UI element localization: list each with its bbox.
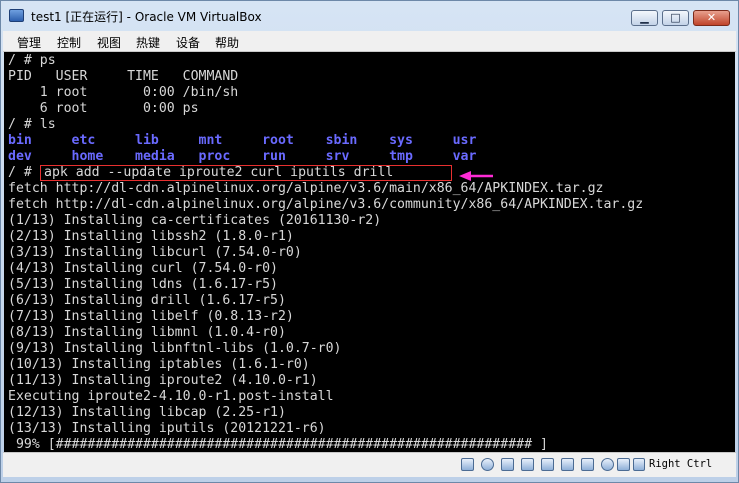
terminal-line: 6 root 0:00 ps: [8, 101, 199, 116]
terminal-line: (9/13) Installing libnftnl-libs (1.0.7-r…: [8, 341, 342, 356]
keyboard-capture-icon[interactable]: [633, 458, 645, 471]
mouse-integration-icon[interactable]: [617, 458, 630, 471]
terminal-line: (6/13) Installing drill (1.6.17-r5): [8, 293, 286, 308]
terminal-line: fetch http://dl-cdn.alpinelinux.org/alpi…: [8, 181, 604, 196]
menu-bar: 管理 控制 视图 热键 设备 帮助: [3, 31, 736, 52]
terminal-line: (3/13) Installing libcurl (7.54.0-r0): [8, 245, 302, 260]
menu-help[interactable]: 帮助: [215, 34, 239, 51]
usb-icon[interactable]: [521, 458, 534, 471]
terminal-line: 1 root 0:00 /bin/sh: [8, 85, 239, 100]
shared-folder-icon[interactable]: [541, 458, 554, 471]
window-title: test1 [正在运行] - Oracle VM VirtualBox: [31, 10, 262, 24]
minimize-button[interactable]: ▁: [631, 10, 658, 26]
menu-hotkey[interactable]: 热键: [136, 34, 160, 51]
terminal-prompt: / #: [8, 165, 40, 180]
terminal-line: / # ls: [8, 117, 56, 132]
virtualbox-window: test1 [正在运行] - Oracle VM VirtualBox ▁ □ …: [0, 0, 739, 483]
network-icon[interactable]: [501, 458, 514, 471]
terminal-line: (11/13) Installing iproute2 (4.10.0-r1): [8, 373, 318, 388]
terminal-line: (7/13) Installing libelf (0.8.13-r2): [8, 309, 294, 324]
menu-manage[interactable]: 管理: [17, 34, 41, 51]
ls-output-row: bin etc lib mnt root sbin sys usr: [8, 133, 477, 148]
maximize-button[interactable]: □: [662, 10, 689, 26]
virtualbox-icon: [9, 9, 24, 22]
terminal-line: PID USER TIME COMMAND: [8, 69, 239, 84]
terminal-line: (2/13) Installing libssh2 (1.8.0-r1): [8, 229, 294, 244]
recording-icon[interactable]: [601, 458, 614, 471]
terminal-line: (10/13) Installing iptables (1.6.1-r0): [8, 357, 310, 372]
display-icon[interactable]: [561, 458, 574, 471]
terminal-line: / # ps: [8, 53, 56, 68]
optical-drive-icon[interactable]: [481, 458, 494, 471]
terminal-line: (1/13) Installing ca-certificates (20161…: [8, 213, 382, 228]
menu-devices[interactable]: 设备: [176, 34, 200, 51]
command-highlight-box: [40, 165, 452, 181]
status-bar: Right Ctrl: [3, 452, 736, 477]
menu-view[interactable]: 视图: [97, 34, 121, 51]
menu-control[interactable]: 控制: [57, 34, 81, 51]
terminal-line: fetch http://dl-cdn.alpinelinux.org/alpi…: [8, 197, 644, 212]
title-bar[interactable]: test1 [正在运行] - Oracle VM VirtualBox ▁ □ …: [1, 1, 738, 31]
terminal-line: (4/13) Installing curl (7.54.0-r0): [8, 261, 278, 276]
hard-disk-icon[interactable]: [461, 458, 474, 471]
terminal-line: (13/13) Installing iputils (20121221-r6): [8, 421, 326, 436]
host-key-label: Right Ctrl: [649, 458, 713, 470]
vm-screen[interactable]: / # ps PID USER TIME COMMAND 1 root 0:00…: [4, 52, 735, 452]
video-capture-icon[interactable]: [581, 458, 594, 471]
terminal-line: (12/13) Installing libcap (2.25-r1): [8, 405, 286, 420]
close-button[interactable]: ✕: [693, 10, 730, 26]
progress-line: 99% [###################################…: [8, 437, 548, 452]
ls-output-row: dev home media proc run srv tmp var: [8, 149, 477, 164]
terminal-line: (5/13) Installing ldns (1.6.17-r5): [8, 277, 278, 292]
terminal-line: (8/13) Installing libmnl (1.0.4-r0): [8, 325, 286, 340]
terminal-line: Executing iproute2-4.10.0-r1.post-instal…: [8, 389, 334, 404]
